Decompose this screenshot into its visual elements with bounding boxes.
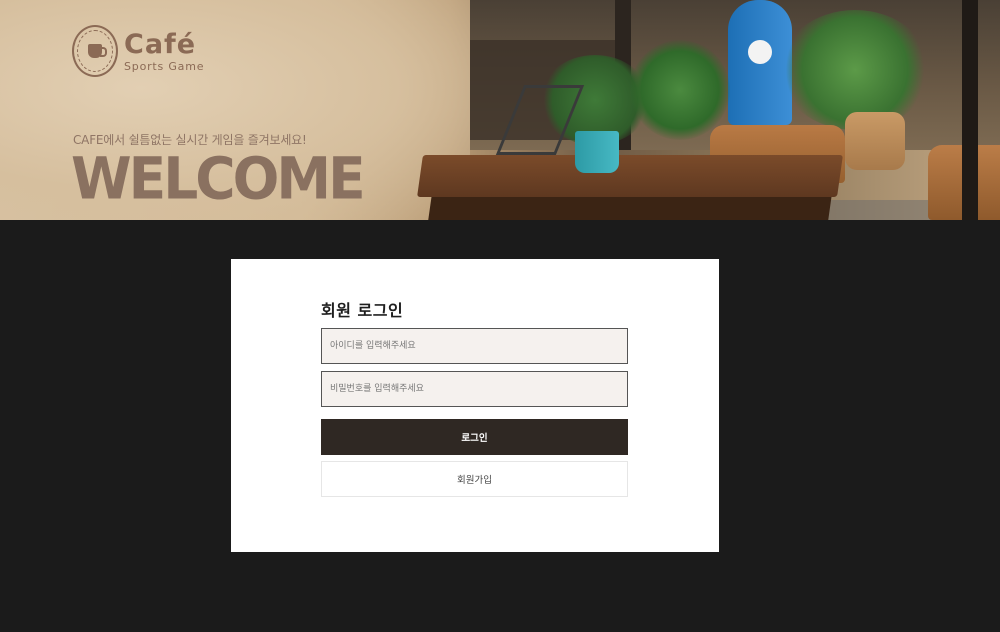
hero-table-edge [428,195,832,220]
hero-cafe-pillar-right [962,0,978,220]
password-input[interactable] [330,372,627,406]
id-input[interactable] [330,329,627,363]
brand-wordmark: Café Sports Game [124,28,205,73]
brand-subtitle: Sports Game [124,59,205,73]
logo-emblem [72,25,118,77]
hero-chair-2 [845,112,905,170]
logo-emblem-inner [77,30,113,72]
brand-name: Café [124,28,197,60]
brand-logo[interactable]: Café Sports Game [72,25,204,77]
login-title: 회원 로그인 [321,301,404,320]
hero-plant-pot [575,131,619,173]
hero-table [417,155,843,197]
hero-banner: Café Sports Game CAFE에서 쉴틈없는 실시간 게임을 즐겨보… [0,0,1000,220]
hero-plant-middle [630,40,730,140]
signup-button[interactable]: 회원가입 [321,461,628,497]
id-field-box [321,328,628,364]
password-field-box [321,371,628,407]
hero-welcome-heading: WELCOME [71,144,366,213]
coffee-cup-icon [88,44,107,58]
login-card: 회원 로그인 로그인 회원가입 [231,259,719,552]
login-button[interactable]: 로그인 [321,419,628,455]
hero-surfboard-logo [748,40,772,64]
